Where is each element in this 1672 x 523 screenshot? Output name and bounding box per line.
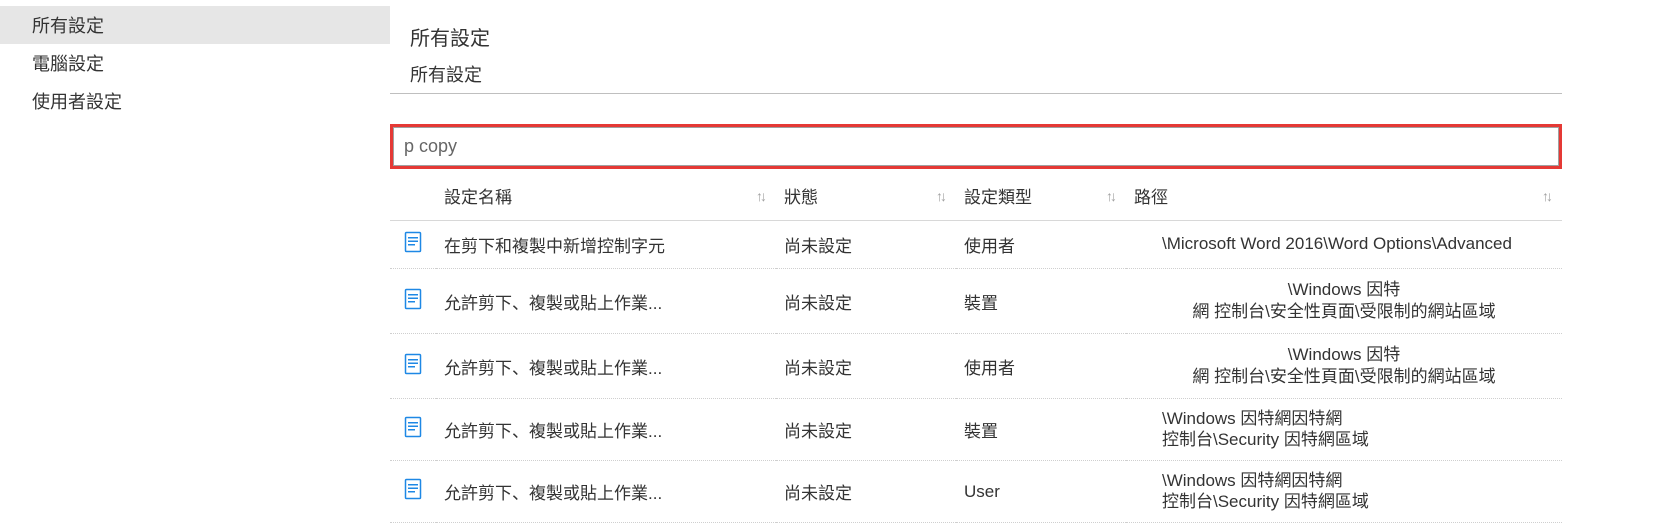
document-icon <box>404 288 422 315</box>
table-row[interactable]: 允許剪下、複製或貼上作業...尚未設定User\Windows 因特網因特網控制… <box>390 461 1562 523</box>
cell-type: 裝置 <box>956 269 1126 334</box>
sidebar-item-all-settings[interactable]: 所有設定 <box>0 6 390 44</box>
cell-setting-name: 允許剪下、複製或貼上作業... <box>436 334 776 399</box>
table-row[interactable]: 允許剪下、複製或貼上作業...尚未設定裝置\Windows 因特網 控制台\安全… <box>390 269 1562 334</box>
document-icon <box>404 478 422 505</box>
cell-path: \Microsoft Word 2016\Word Options\Advanc… <box>1126 221 1562 269</box>
document-icon <box>404 231 422 258</box>
cell-setting-name: 允許剪下、複製或貼上作業... <box>436 461 776 523</box>
column-header-type[interactable]: 設定類型 ↑↓ <box>956 173 1126 221</box>
search-highlight <box>390 124 1562 169</box>
sort-icon[interactable]: ↑↓ <box>1106 188 1114 204</box>
table-row[interactable]: 在剪下和複製中新增控制字元尚未設定使用者\Microsoft Word 2016… <box>390 221 1562 269</box>
column-header-icon <box>390 173 436 221</box>
column-header-name-label: 設定名稱 <box>444 188 512 207</box>
cell-state: 尚未設定 <box>776 334 956 399</box>
sidebar-item-computer-settings[interactable]: 電腦設定 <box>0 44 390 82</box>
column-header-state-label: 狀態 <box>784 188 818 207</box>
cell-path: \Windows 因特網 控制台\安全性頁面\受限制的網站區域 <box>1126 334 1562 399</box>
document-icon <box>404 416 422 443</box>
table-row[interactable]: 允許剪下、複製或貼上作業...尚未設定使用者\Windows 因特網 控制台\安… <box>390 334 1562 399</box>
document-icon <box>404 353 422 380</box>
column-header-name[interactable]: 設定名稱 ↑↓ <box>436 173 776 221</box>
cell-setting-name: 在剪下和複製中新增控制字元 <box>436 221 776 269</box>
column-header-state[interactable]: 狀態 ↑↓ <box>776 173 956 221</box>
cell-type: 使用者 <box>956 334 1126 399</box>
divider <box>390 93 1562 94</box>
table-header-row: 設定名稱 ↑↓ 狀態 ↑↓ 設定類型 ↑↓ 路徑 ↑↓ <box>390 173 1562 221</box>
cell-type: User <box>956 461 1126 523</box>
cell-setting-name: 允許剪下、複製或貼上作業... <box>436 269 776 334</box>
page-subtitle: 所有設定 <box>390 59 1562 93</box>
cell-state: 尚未設定 <box>776 461 956 523</box>
table-row[interactable]: 允許剪下、複製或貼上作業...尚未設定裝置\Windows 因特網因特網控制台\… <box>390 399 1562 461</box>
cell-path: \Windows 因特網因特網控制台\Security 因特網區域 <box>1126 399 1562 461</box>
sidebar: 所有設定 電腦設定 使用者設定 <box>0 0 390 505</box>
column-header-type-label: 設定類型 <box>964 188 1032 207</box>
cell-type: 裝置 <box>956 399 1126 461</box>
sort-icon[interactable]: ↑↓ <box>1542 188 1550 204</box>
sort-icon[interactable]: ↑↓ <box>756 188 764 204</box>
settings-table: 設定名稱 ↑↓ 狀態 ↑↓ 設定類型 ↑↓ 路徑 ↑↓ <box>390 173 1562 523</box>
cell-state: 尚未設定 <box>776 399 956 461</box>
cell-path: \Windows 因特網因特網控制台\Security 因特網區域 <box>1126 461 1562 523</box>
cell-setting-name: 允許剪下、複製或貼上作業... <box>436 399 776 461</box>
cell-state: 尚未設定 <box>776 269 956 334</box>
cell-type: 使用者 <box>956 221 1126 269</box>
column-header-path-label: 路徑 <box>1134 188 1168 207</box>
cell-path: \Windows 因特網 控制台\安全性頁面\受限制的網站區域 <box>1126 269 1562 334</box>
sidebar-item-user-settings[interactable]: 使用者設定 <box>0 82 390 120</box>
column-header-path[interactable]: 路徑 ↑↓ <box>1126 173 1562 221</box>
search-input[interactable] <box>393 127 1559 166</box>
sort-icon[interactable]: ↑↓ <box>936 188 944 204</box>
page-title: 所有設定 <box>390 14 1562 59</box>
main-panel: 所有設定 所有設定 設定名稱 ↑↓ 狀態 ↑↓ <box>390 0 1672 505</box>
cell-state: 尚未設定 <box>776 221 956 269</box>
